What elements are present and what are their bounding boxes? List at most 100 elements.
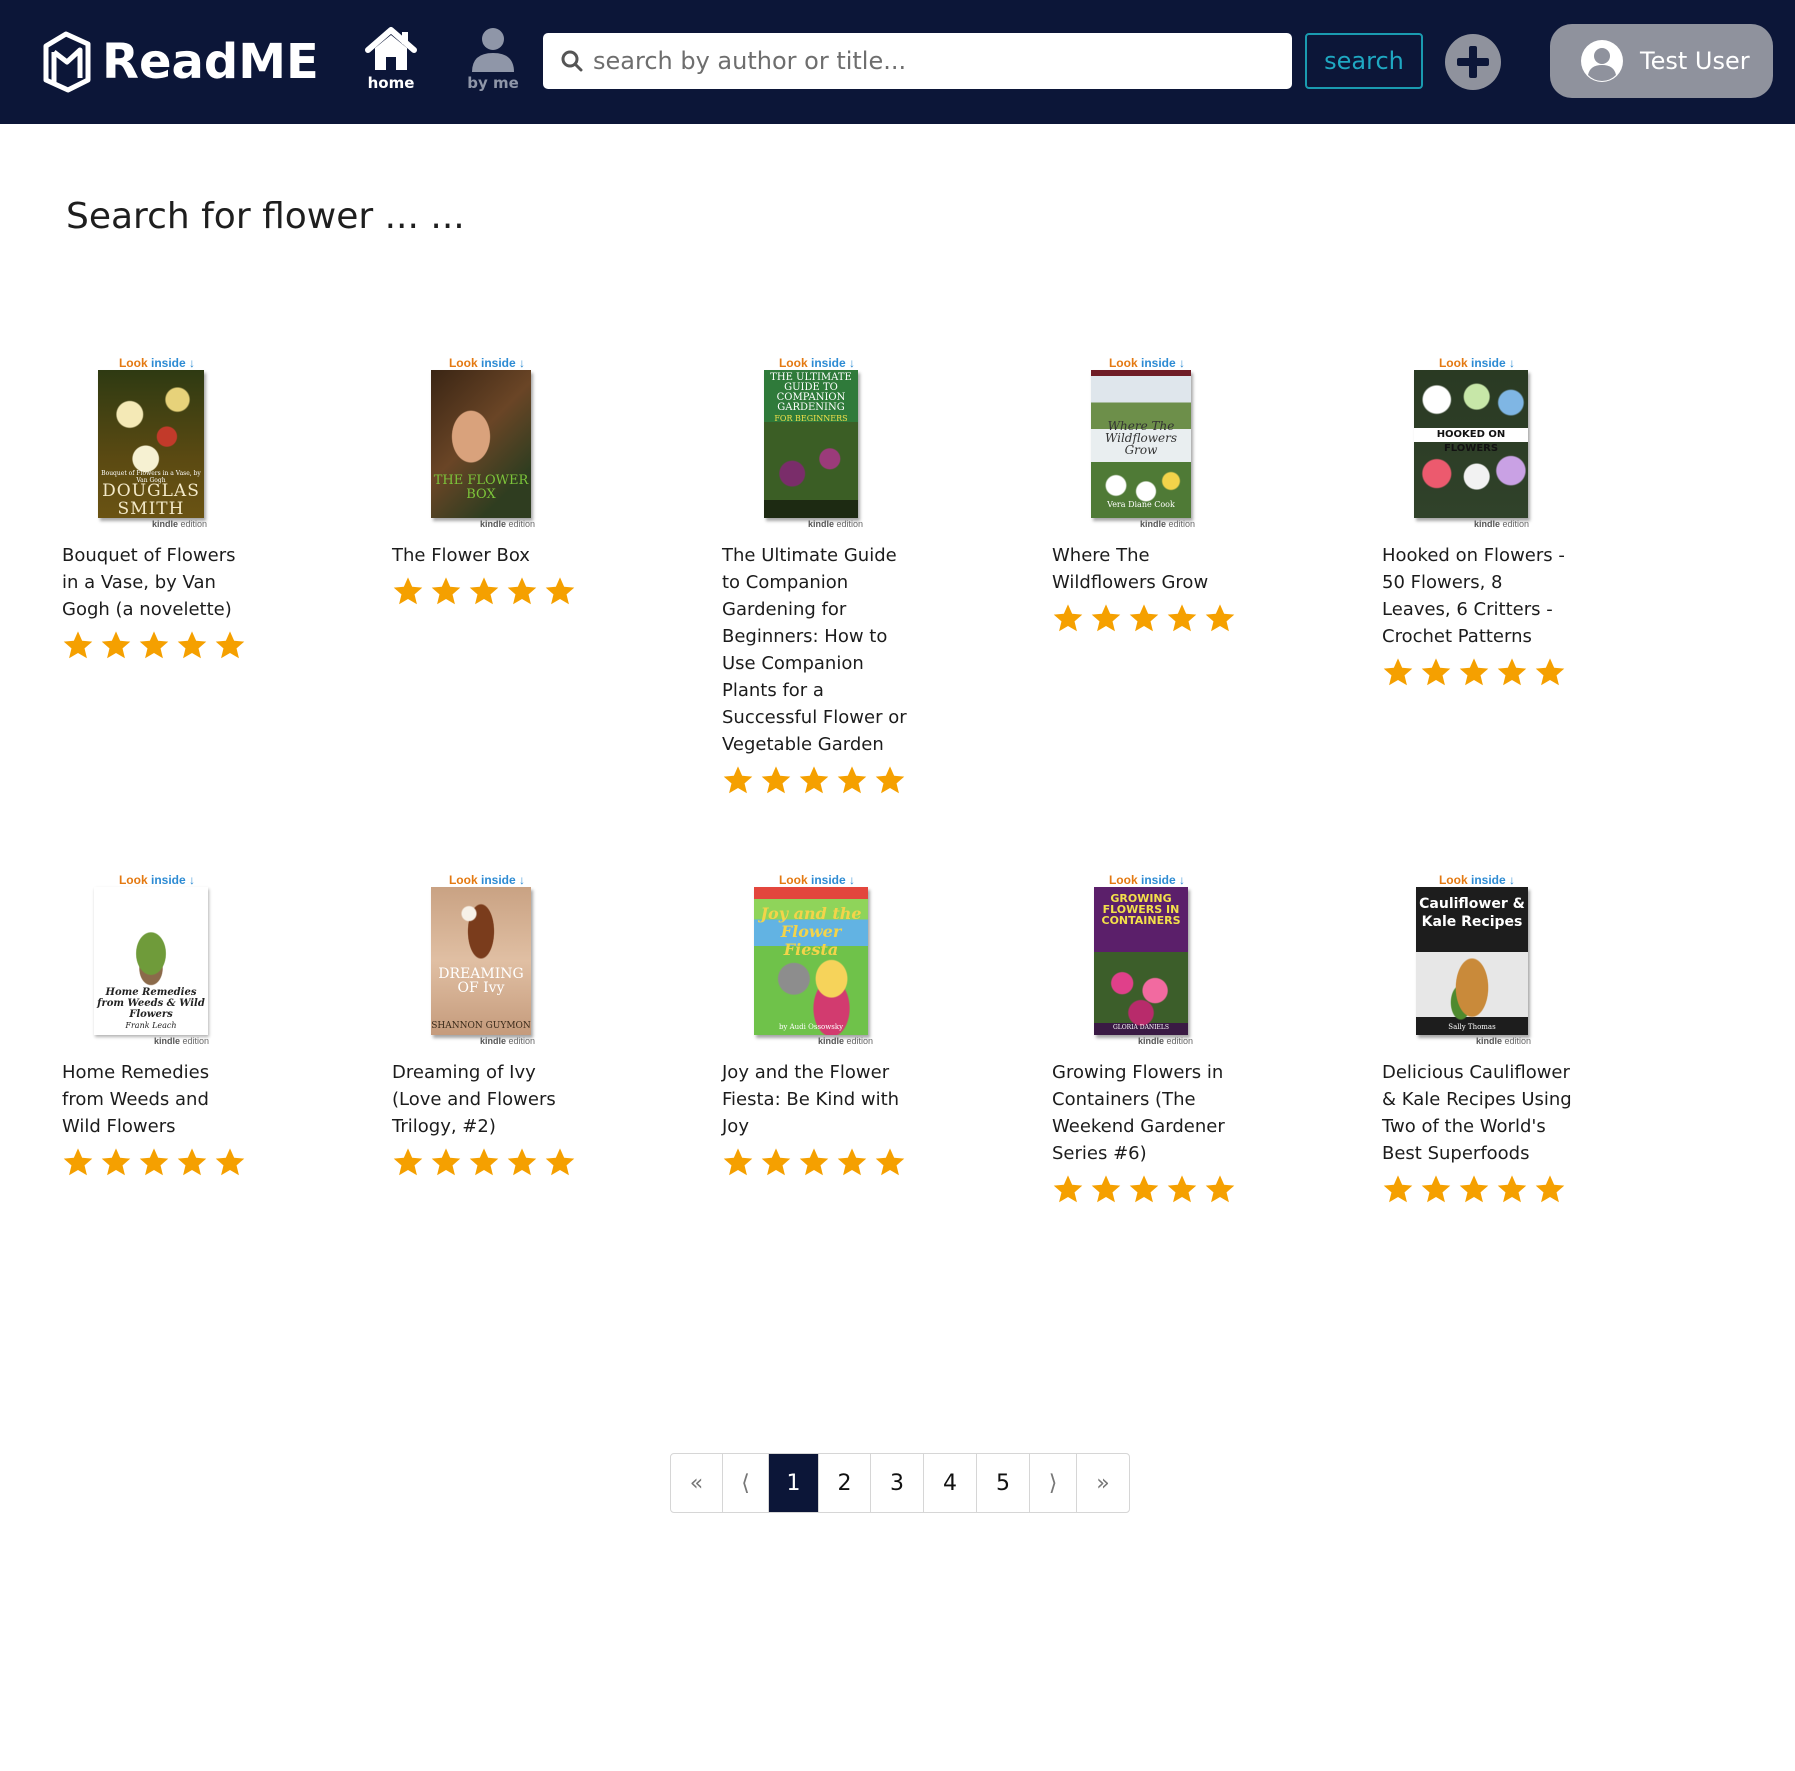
book-cover[interactable]: Home Remedies from Weeds & Wild Flowers … <box>94 887 208 1035</box>
star-icon <box>799 1148 829 1176</box>
kindle-edition-label: kindle edition <box>1476 1036 1532 1046</box>
book-title[interactable]: Bouquet of Flowers in a Vase, by Van Gog… <box>62 542 252 623</box>
star-rating <box>1382 1173 1572 1205</box>
book-title[interactable]: Home Remedies from Weeds and Wild Flower… <box>62 1059 252 1140</box>
star-icon <box>1497 1175 1527 1203</box>
book-card[interactable]: Look inside ↓ GROWING FLOWERS IN CONTAIN… <box>1052 873 1242 1205</box>
star-icon <box>215 631 245 659</box>
nav-home[interactable]: home <box>354 26 428 98</box>
star-icon <box>1091 1175 1121 1203</box>
book-card[interactable]: Look inside ↓ Home Remedies from Weeds &… <box>62 873 252 1178</box>
star-icon <box>1497 658 1527 686</box>
star-icon <box>875 766 905 794</box>
kindle-edition-label: kindle edition <box>1138 1036 1194 1046</box>
book-cover[interactable]: Cauliflower & Kale Recipes Sally Thomas <box>1416 887 1528 1035</box>
book-title[interactable]: Growing Flowers in Containers (The Weeke… <box>1052 1059 1242 1167</box>
star-icon <box>837 1148 867 1176</box>
book-cover[interactable]: THE FLOWER BOX <box>431 370 531 518</box>
book-title[interactable]: Where The Wildflowers Grow <box>1052 542 1242 596</box>
page-button[interactable]: 1 <box>769 1454 819 1512</box>
kindle-edition-label: kindle edition <box>152 519 208 529</box>
book-cover[interactable]: Joy and the Flower Fiesta by Audi Ossows… <box>754 887 868 1035</box>
book-card[interactable]: Look inside ↓ HOOKED ON FLOWERS kindle e… <box>1382 356 1572 688</box>
book-card[interactable]: Look inside ↓ THE ULTIMATE GUIDE TO COMP… <box>722 356 912 796</box>
book-card[interactable]: Look inside ↓ THE FLOWER BOX kindle edit… <box>392 356 582 607</box>
star-icon <box>723 1148 753 1176</box>
star-icon <box>63 1148 93 1176</box>
star-icon <box>761 1148 791 1176</box>
star-icon <box>1421 1175 1451 1203</box>
star-icon <box>139 631 169 659</box>
user-name: Test User <box>1640 47 1750 75</box>
page-button[interactable]: 2 <box>819 1454 871 1512</box>
nav-by-me[interactable]: by me <box>456 26 530 98</box>
star-icon <box>761 766 791 794</box>
home-icon <box>365 27 417 70</box>
book-title[interactable]: Delicious Cauliflower & Kale Recipes Usi… <box>1382 1059 1572 1167</box>
star-icon <box>1129 604 1159 632</box>
star-icon <box>215 1148 245 1176</box>
star-rating <box>392 1146 582 1178</box>
book-card[interactable]: Look inside ↓ Bouquet of Flowers in a Va… <box>62 356 252 661</box>
star-icon <box>177 631 207 659</box>
search-button[interactable]: search <box>1305 33 1423 89</box>
book-title[interactable]: Joy and the Flower Fiesta: Be Kind with … <box>722 1059 912 1140</box>
page-prev-button[interactable]: ⟨ <box>723 1454 769 1512</box>
look-inside-badge: Look inside ↓ <box>778 873 856 887</box>
page-last-button[interactable]: » <box>1077 1454 1129 1512</box>
star-icon <box>875 1148 905 1176</box>
star-icon <box>1459 1175 1489 1203</box>
star-icon <box>799 766 829 794</box>
star-rating <box>1052 1173 1242 1205</box>
page-first-button[interactable]: « <box>671 1454 723 1512</box>
book-cover[interactable]: HOOKED ON FLOWERS <box>1414 370 1528 518</box>
star-icon <box>837 766 867 794</box>
star-icon <box>545 577 575 605</box>
book-title[interactable]: Hooked on Flowers - 50 Flowers, 8 Leaves… <box>1382 542 1572 650</box>
star-icon <box>393 577 423 605</box>
page-button[interactable]: 4 <box>924 1454 977 1512</box>
book-cover[interactable]: Bouquet of Flowers in a Vase, by Van Gog… <box>98 370 204 518</box>
page-button[interactable]: 5 <box>977 1454 1030 1512</box>
book-title[interactable]: Dreaming of Ivy (Love and Flowers Trilog… <box>392 1059 582 1140</box>
book-cover[interactable]: DREAMING OF Ivy SHANNON GUYMON <box>431 887 531 1035</box>
star-rating <box>62 1146 252 1178</box>
star-rating <box>1382 656 1572 688</box>
look-inside-badge: Look inside ↓ <box>1438 356 1516 370</box>
book-card[interactable]: Look inside ↓ DREAMING OF Ivy SHANNON GU… <box>392 873 582 1178</box>
add-book-button[interactable] <box>1444 33 1502 91</box>
brand[interactable]: ReadME <box>42 28 319 96</box>
book-cover[interactable]: Where The Wildflowers Grow Vera Diane Co… <box>1091 370 1191 518</box>
look-inside-badge: Look inside ↓ <box>118 873 196 887</box>
kindle-edition-label: kindle edition <box>818 1036 874 1046</box>
star-icon <box>1421 658 1451 686</box>
star-icon <box>1383 658 1413 686</box>
star-icon <box>1167 604 1197 632</box>
look-inside-badge: Look inside ↓ <box>448 356 526 370</box>
page-next-button[interactable]: ⟩ <box>1030 1454 1077 1512</box>
book-cover[interactable]: THE ULTIMATE GUIDE TO COMPANION GARDENIN… <box>764 370 858 518</box>
book-card[interactable]: Look inside ↓ Joy and the Flower Fiesta … <box>722 873 912 1178</box>
star-rating <box>722 1146 912 1178</box>
look-inside-badge: Look inside ↓ <box>778 356 856 370</box>
book-title[interactable]: The Flower Box <box>392 542 582 569</box>
book-card[interactable]: Look inside ↓ Where The Wildflowers Grow… <box>1052 356 1242 634</box>
search-input[interactable] <box>591 46 1275 76</box>
book-cover[interactable]: GROWING FLOWERS IN CONTAINERS GLORIA DAN… <box>1094 887 1188 1035</box>
person-icon <box>472 28 514 72</box>
brand-name: ReadME <box>102 34 319 90</box>
star-icon <box>1383 1175 1413 1203</box>
look-inside-badge: Look inside ↓ <box>118 356 196 370</box>
star-icon <box>545 1148 575 1176</box>
star-icon <box>1535 1175 1565 1203</box>
user-menu-button[interactable]: Test User <box>1550 24 1773 98</box>
page-button[interactable]: 3 <box>871 1454 924 1512</box>
star-icon <box>139 1148 169 1176</box>
star-rating <box>392 575 582 607</box>
star-icon <box>723 766 753 794</box>
book-card[interactable]: Look inside ↓ Cauliflower & Kale Recipes… <box>1382 873 1572 1205</box>
look-inside-badge: Look inside ↓ <box>448 873 526 887</box>
star-icon <box>469 577 499 605</box>
pagination: « ⟨ 1 2 3 4 5 ⟩ » <box>670 1453 1130 1513</box>
book-title[interactable]: The Ultimate Guide to Companion Gardenin… <box>722 542 912 758</box>
